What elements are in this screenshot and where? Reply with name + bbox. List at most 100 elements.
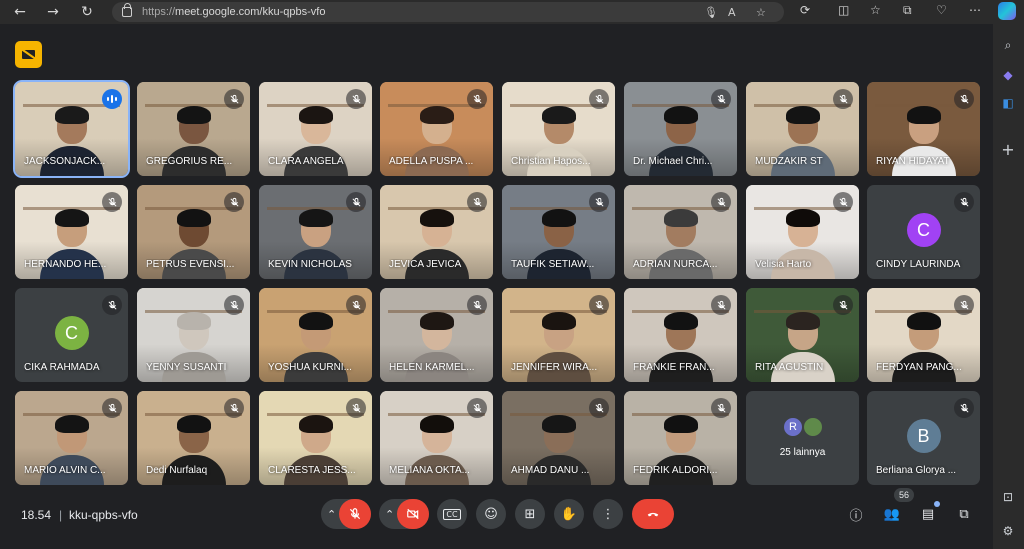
- outlook-icon[interactable]: ◧: [999, 94, 1017, 112]
- mic-off-icon: [224, 295, 244, 315]
- participant-tile[interactable]: YENNY SUSANTI: [137, 288, 250, 382]
- participant-tile[interactable]: CLARA ANGELA: [259, 82, 372, 176]
- participant-name: RIYAN HIDAYAT: [876, 156, 950, 167]
- search-icon[interactable]: ⌕: [999, 36, 1017, 54]
- participant-name: AHMAD DANU ...: [511, 465, 590, 476]
- more-options-button[interactable]: ⋮: [593, 499, 623, 529]
- read-aloud-icon[interactable]: A: [728, 6, 736, 19]
- address-bar[interactable]: https:// meet.google.com/kku-qpbs-vfo 🎙 …: [112, 2, 784, 22]
- forward-icon[interactable]: →: [42, 1, 64, 23]
- participant-tile[interactable]: Dedi Nurfalaq: [137, 391, 250, 485]
- overflow-avatars: R: [782, 416, 824, 438]
- microphone-icon[interactable]: 🎙: [704, 6, 718, 19]
- participant-tile[interactable]: MUDZAKIR ST: [746, 82, 859, 176]
- camera-options-chevron-icon[interactable]: ⌃: [385, 508, 394, 521]
- more-vertical-icon: ⋮: [601, 506, 615, 522]
- meet-stage: JACKSONJACK... GREGORIUS RE... CLARA ANGEL…: [0, 24, 993, 549]
- reactions-button[interactable]: ☺: [476, 499, 506, 529]
- participant-name: ADRIAN NURCA...: [633, 259, 718, 270]
- participant-tile[interactable]: FRANKIE FRAN...: [624, 288, 737, 382]
- participant-tile[interactable]: Christian Hapos...: [502, 82, 615, 176]
- screenshot-icon[interactable]: ⊡: [999, 488, 1017, 506]
- people-icon[interactable]: 👥: [882, 504, 902, 524]
- participant-tile[interactable]: Velisia Harto: [746, 185, 859, 279]
- edge-sidebar: ⌕ ◆ ◧ + ⊡ ⚙: [993, 24, 1024, 549]
- participant-tile[interactable]: GREGORIUS RE...: [137, 82, 250, 176]
- mic-off-icon: [346, 295, 366, 315]
- participant-tile[interactable]: Dr. Michael Chri...: [624, 82, 737, 176]
- participant-tile[interactable]: JEVICA JEVICA: [380, 185, 493, 279]
- participant-tile[interactable]: RITA AGUSTIN: [746, 288, 859, 382]
- mic-off-icon: [833, 89, 853, 109]
- camera-off-indicator-icon[interactable]: [15, 41, 42, 68]
- participant-tile[interactable]: AHMAD DANU ...: [502, 391, 615, 485]
- settings-icon[interactable]: ⚙: [999, 522, 1017, 540]
- participant-tile[interactable]: FERDYAN PANG...: [867, 288, 980, 382]
- mic-off-icon: [102, 192, 122, 212]
- participant-tile[interactable]: R 25 lainnya: [746, 391, 859, 485]
- participant-tile[interactable]: PETRUS EVENSI...: [137, 185, 250, 279]
- split-screen-icon[interactable]: ◫: [838, 3, 849, 17]
- mic-off-icon: [467, 295, 487, 315]
- participant-tile[interactable]: C CINDY LAURINDA: [867, 185, 980, 279]
- mic-off-icon: [467, 398, 487, 418]
- leave-call-button[interactable]: [632, 499, 674, 529]
- mic-off-icon: [954, 398, 974, 418]
- participant-tile[interactable]: FEDRIK ALDORI...: [624, 391, 737, 485]
- extensions-icon[interactable]: ⟳: [800, 3, 810, 17]
- mic-off-icon: [954, 89, 974, 109]
- mic-options-chevron-icon[interactable]: ⌃: [327, 508, 336, 521]
- mic-off-icon: [346, 398, 366, 418]
- participant-tile[interactable]: JACKSONJACK...: [13, 80, 130, 178]
- participant-tile[interactable]: YOSHUA KURNI...: [259, 288, 372, 382]
- reload-icon[interactable]: ↻: [76, 1, 98, 23]
- camera-off-icon: [407, 508, 419, 520]
- mic-off-button[interactable]: [339, 499, 371, 529]
- participant-name: Christian Hapos...: [511, 156, 591, 167]
- participant-name: MUDZAKIR ST: [755, 156, 823, 167]
- collections-icon[interactable]: ⧉: [903, 3, 912, 18]
- mic-off-icon: [349, 508, 361, 520]
- participant-tile[interactable]: HELEN KARMEL...: [380, 288, 493, 382]
- chat-icon[interactable]: ▤: [918, 504, 938, 524]
- mic-off-icon: [833, 192, 853, 212]
- browser-essentials-icon[interactable]: ♡: [936, 3, 947, 17]
- activities-icon[interactable]: ⧉: [954, 504, 974, 524]
- participant-tile[interactable]: TAUFIK SETIAW...: [502, 185, 615, 279]
- emoji-icon: ☺: [484, 506, 498, 522]
- participant-tile[interactable]: C CIKA RAHMADA: [15, 288, 128, 382]
- add-icon[interactable]: +: [999, 140, 1017, 159]
- back-icon[interactable]: ←: [9, 1, 31, 23]
- favorites-icon[interactable]: ☆: [870, 3, 881, 17]
- present-button[interactable]: ⊞: [515, 499, 545, 529]
- participant-name: HERNANDO HE...: [24, 259, 107, 270]
- participant-tile[interactable]: ADRIAN NURCA...: [624, 185, 737, 279]
- participant-tile[interactable]: KEVIN NICHOLAS: [259, 185, 372, 279]
- star-icon[interactable]: ☆: [756, 6, 766, 19]
- participant-tile[interactable]: JENNIFER WIRA...: [502, 288, 615, 382]
- participant-name: CLARESTA JESS...: [268, 465, 356, 476]
- participant-tile[interactable]: MELIANA OKTA...: [380, 391, 493, 485]
- participant-name: Dedi Nurfalaq: [146, 465, 208, 476]
- participant-tile[interactable]: MARIO ALVIN C...: [15, 391, 128, 485]
- participant-tile[interactable]: CLARESTA JESS...: [259, 391, 372, 485]
- more-options-icon[interactable]: ⋯: [969, 3, 981, 17]
- participant-name: RITA AGUSTIN: [755, 362, 824, 373]
- meeting-code: kku-qpbs-vfo: [69, 508, 138, 522]
- mic-off-icon: [711, 398, 731, 418]
- copilot-sidebar-icon[interactable]: ◆: [999, 66, 1017, 84]
- meeting-info-icon[interactable]: ⓘ: [846, 504, 866, 524]
- raise-hand-button[interactable]: ✋: [554, 499, 584, 529]
- participant-tile[interactable]: RIYAN HIDAYAT: [867, 82, 980, 176]
- hand-icon: ✋: [560, 506, 578, 522]
- participant-count-badge: 56: [894, 488, 915, 502]
- participant-tile[interactable]: HERNANDO HE...: [15, 185, 128, 279]
- captions-button[interactable]: CC: [437, 499, 467, 529]
- participant-tile[interactable]: B Berliana Glorya ...: [867, 391, 980, 485]
- copilot-icon[interactable]: [998, 2, 1016, 20]
- participant-name: YENNY SUSANTI: [146, 362, 227, 373]
- camera-off-button[interactable]: [397, 499, 429, 529]
- mic-off-icon: [224, 192, 244, 212]
- participant-name: CLARA ANGELA: [268, 156, 344, 167]
- participant-tile[interactable]: ADELLA PUSPA ...: [380, 82, 493, 176]
